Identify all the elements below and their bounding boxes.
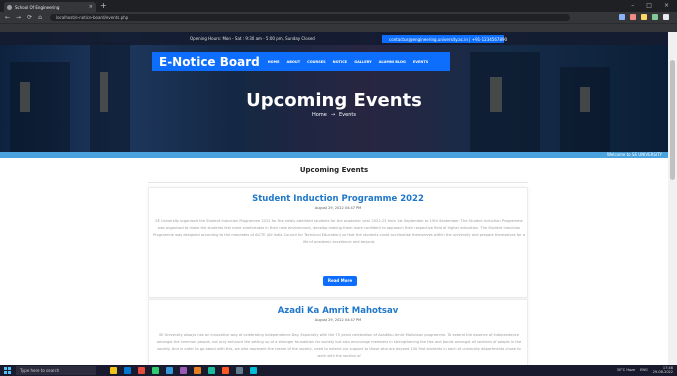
address-bar[interactable]: localhost/e-notice-board/events.php [50,14,570,21]
read-more-button[interactable]: Read More [323,276,357,286]
close-tab-icon[interactable]: × [89,4,93,10]
taskbar-search[interactable]: Type here to search [16,366,96,375]
event-description: SE University organised the Student Indu… [153,219,525,244]
home-icon[interactable]: ⌂ [38,12,42,23]
nav-gallery[interactable]: GALLERY [354,60,371,64]
bookmarks-bar: M.Sc B.Tech [0,23,677,40]
new-tab-button[interactable]: + [100,1,107,11]
browser-tab-strip: School Of Engineering × + – □ × [0,0,677,12]
extension-icon[interactable] [630,14,636,20]
profile-icon[interactable] [663,14,669,20]
divider [148,182,528,183]
nav-alumni-blog[interactable]: ALUMNI BLOG [379,60,406,64]
windows-start-icon[interactable] [4,367,11,374]
extension-icon[interactable] [641,14,647,20]
taskbar-app-icon[interactable] [124,367,131,374]
browser-toolbar: ← → ⟳ ⌂ localhost/e-notice-board/events.… [0,12,677,23]
language-indicator[interactable]: ENG [640,368,648,372]
nav-about[interactable]: ABOUT [287,60,301,64]
taskbar-app-icon[interactable] [166,367,173,374]
clock[interactable]: 17:48 29-08-2022 [653,366,673,374]
back-icon[interactable]: ← [5,12,10,23]
breadcrumb: Home → Events [0,112,668,118]
taskbar-app-icon[interactable] [152,367,159,374]
event-card: Student Induction Programme 2022 August … [148,187,528,298]
taskbar-app-icon[interactable] [222,367,229,374]
contact-text: contactus@engineering.university.ac.in |… [389,36,508,42]
close-window-icon[interactable]: × [664,2,669,9]
taskbar-apps [110,367,257,374]
window-controls: – □ × [631,2,669,9]
event-date: August 29, 2022 04:47 PM [314,206,362,210]
nav-notice[interactable]: NOTICE [333,60,348,64]
nav-events[interactable]: EVENTS [413,60,428,64]
extension-icons [619,14,669,20]
taskbar-app-icon[interactable] [250,367,257,374]
favicon-icon [7,4,12,10]
system-tray: 30°C Haze ENG 17:48 29-08-2022 [617,366,673,374]
breadcrumb-current: Events [339,112,356,118]
taskbar-app-icon[interactable] [138,367,145,374]
event-date: August 29, 2022 04:47 PM [314,318,362,322]
taskbar-search-placeholder: Type here to search [20,368,60,373]
page-title: Upcoming Events [246,90,422,111]
nav-menu: HOME ABOUT COURSES NOTICE GALLERY ALUMNI… [268,60,428,64]
opening-hours: Opening Hours: Mon - Sat : 9:30 am - 5:0… [190,36,315,41]
taskbar-app-icon[interactable] [180,367,187,374]
event-description: SE University always has an innovative w… [156,333,522,358]
taskbar-app-icon[interactable] [208,367,215,374]
taskbar-app-icon[interactable] [110,367,117,374]
os-taskbar: Type here to search 30°C Haze ENG 17:48 … [0,365,677,376]
welcome-marquee: Welcome to SE UNIVERSITY [607,152,662,157]
extension-icon[interactable] [619,14,625,20]
address-bar-text: localhost/e-notice-board/events.php [56,15,129,20]
hero-banner: Opening Hours: Mon - Sat : 9:30 am - 5:0… [0,32,668,152]
nav-home[interactable]: HOME [268,60,280,64]
extension-icon[interactable] [652,14,658,20]
info-topbar: Opening Hours: Mon - Sat : 9:30 am - 5:0… [0,32,668,45]
forward-icon[interactable]: → [16,12,21,23]
section-heading: Upcoming Events [299,166,369,174]
clock-date: 29-08-2022 [652,370,673,374]
contact-badge[interactable]: contactus@engineering.university.ac.in |… [382,35,508,43]
tab-title: School Of Engineering [15,4,60,10]
nav-courses[interactable]: COURSES [307,60,326,64]
taskbar-app-icon[interactable] [194,367,201,374]
welcome-strip: Welcome to SE UNIVERSITY [0,152,668,158]
taskbar-app-icon[interactable] [236,367,243,374]
weather-widget[interactable]: 30°C Haze [617,368,636,372]
page-viewport: Opening Hours: Mon - Sat : 9:30 am - 5:0… [0,32,668,365]
browser-tab[interactable]: School Of Engineering × [4,2,96,12]
event-card: Azadi Ka Amrit Mahotsav August 29, 2022 … [148,299,528,365]
event-title[interactable]: Student Induction Programme 2022 [149,194,527,204]
arrow-right-icon: → [330,112,336,118]
minimize-icon[interactable]: – [631,2,634,9]
maximize-icon[interactable]: □ [646,2,652,9]
scrollbar-thumb[interactable] [670,60,675,180]
site-brand[interactable]: E-Notice Board [159,55,260,69]
event-title[interactable]: Azadi Ka Amrit Mahotsav [149,306,527,316]
breadcrumb-home[interactable]: Home [312,112,327,118]
main-navbar: E-Notice Board HOME ABOUT COURSES NOTICE… [152,52,450,71]
page-scrollbar[interactable] [668,32,677,365]
reload-icon[interactable]: ⟳ [27,12,32,23]
